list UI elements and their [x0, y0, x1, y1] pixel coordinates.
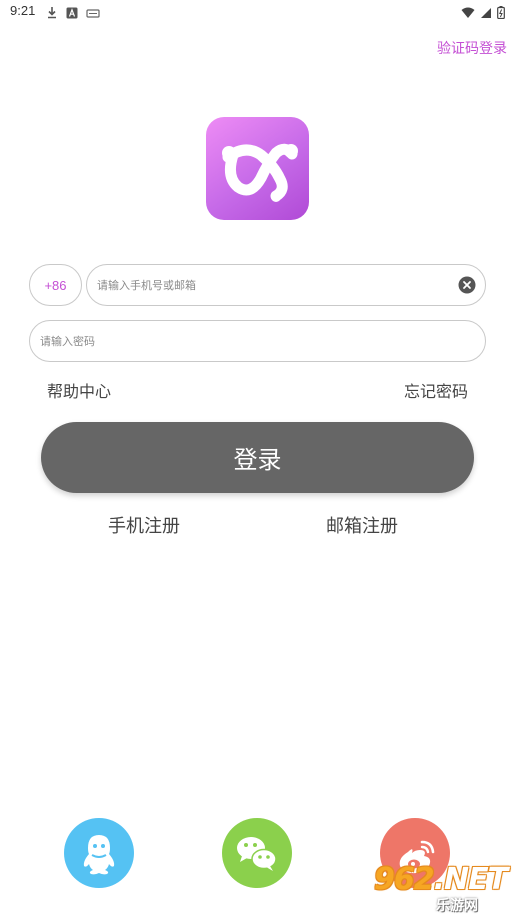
status-time: 9:21 — [10, 3, 36, 18]
qq-login-button[interactable] — [64, 818, 134, 888]
phone-email-input[interactable] — [97, 265, 457, 305]
qq-icon — [83, 835, 115, 875]
watermark: 962.NET 乐游网 — [374, 862, 515, 915]
download-icon — [46, 4, 58, 23]
phone-register-link[interactable]: 手机注册 — [108, 512, 180, 538]
phone-email-field[interactable] — [86, 264, 486, 306]
signal-icon — [480, 4, 492, 23]
watermark-sub: 乐游网 — [436, 898, 478, 914]
watermark-digits: 962 — [374, 862, 435, 897]
code-login-link[interactable]: 验证码登录 — [437, 38, 507, 58]
a-icon — [66, 4, 78, 23]
forgot-password-link[interactable]: 忘记密码 — [404, 378, 468, 402]
app-logo-icon — [222, 143, 298, 202]
status-left-icons — [46, 4, 100, 23]
screen-icon — [86, 4, 100, 23]
watermark-main: 962.NET — [374, 862, 508, 897]
wechat-login-button[interactable] — [222, 818, 292, 888]
country-code-button[interactable]: +86 — [29, 264, 82, 306]
login-button[interactable]: 登录 — [41, 422, 474, 493]
watermark-suffix: .NET — [433, 862, 508, 897]
password-input[interactable] — [40, 321, 470, 361]
battery-icon — [497, 4, 505, 23]
password-field[interactable] — [29, 320, 486, 362]
wifi-icon — [461, 4, 475, 23]
status-right-icons — [461, 4, 505, 23]
status-bar: 9:21 — [0, 0, 515, 24]
help-center-link[interactable]: 帮助中心 — [47, 378, 111, 402]
email-register-link[interactable]: 邮箱注册 — [326, 512, 398, 538]
wechat-icon — [237, 837, 277, 871]
clear-icon[interactable] — [458, 276, 476, 294]
app-logo — [206, 117, 309, 220]
